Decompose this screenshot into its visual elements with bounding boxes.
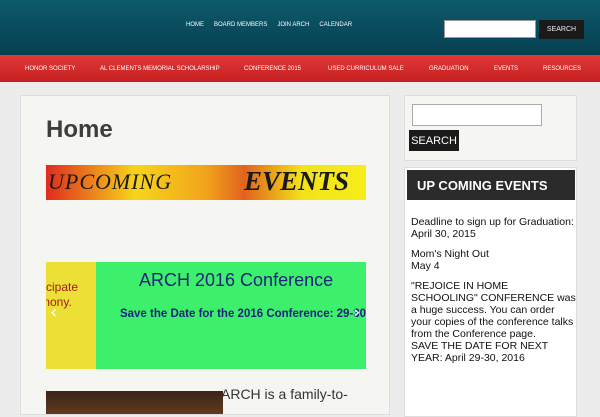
menu-conference-2015[interactable]: CONFERENCE 2015 — [244, 66, 301, 72]
nav-home[interactable]: HOME — [186, 22, 204, 28]
top-nav: HOME BOARD MEMBERS JOIN ARCH CALENDAR — [186, 22, 352, 28]
event-title: Mom's Night Out — [411, 248, 489, 260]
event-title: Deadline to sign up for Graduation: — [411, 216, 574, 228]
menu-events[interactable]: EVENTS — [494, 66, 518, 72]
menu-resources[interactable]: RESOURCES — [543, 66, 581, 72]
page-title: Home — [46, 116, 113, 143]
slider-prev-arrow-icon[interactable]: ‹ — [50, 302, 57, 323]
event-item: Deadline to sign up for Graduation: Apri… — [411, 216, 576, 240]
menu-honor-society[interactable]: HONOR SOCIETY — [25, 66, 75, 72]
event-date: SAVE THE DATE FOR NEXT YEAR: April 29-30… — [411, 340, 548, 364]
nav-board-members[interactable]: BOARD MEMBERS — [214, 22, 267, 28]
event-date: May 4 — [411, 260, 440, 272]
sidebar-search: SEARCH — [404, 95, 577, 161]
menu-scholarship[interactable]: AL CLEMENTS MEMORIAL SCHOLARSHIP — [100, 66, 220, 72]
banner-word-upcoming: UPCOMING — [48, 169, 173, 194]
conference-slider[interactable]: ticipate mony. ARCH 2016 Conference Save… — [46, 262, 366, 369]
main-menu: HONOR SOCIETY AL CLEMENTS MEMORIAL SCHOL… — [0, 55, 600, 82]
event-date: April 30, 2015 — [411, 228, 476, 240]
slide-subtitle: Save the Date for the 2016 Conference: 2… — [119, 308, 366, 320]
slide-title: ARCH 2016 Conference — [139, 270, 334, 290]
slider-next-arrow-icon[interactable]: › — [353, 302, 360, 323]
header: HOME BOARD MEMBERS JOIN ARCH CALENDAR SE… — [0, 0, 600, 55]
sidebar-search-input[interactable] — [412, 104, 542, 126]
sidebar-search-button[interactable]: SEARCH — [409, 130, 459, 151]
menu-graduation[interactable]: GRADUATION — [429, 66, 469, 72]
nav-calendar[interactable]: CALENDAR — [319, 22, 352, 28]
event-item: "REJOICE IN HOME SCHOOLING" CONFERENCE w… — [411, 280, 576, 364]
menu-curriculum-sale[interactable]: USED CURRICULUM SALE — [328, 66, 404, 72]
upcoming-events-banner: UPCOMING EVENTS — [46, 165, 366, 200]
event-title: "REJOICE IN HOME SCHOOLING" CONFERENCE w… — [411, 280, 576, 340]
main-content: Home UPCOMING EVENTS ticipate mony. ARCH… — [20, 95, 390, 415]
banner-word-events: EVENTS — [244, 166, 350, 196]
upcoming-events-widget: UP COMING EVENTS Deadline to sign up for… — [404, 167, 577, 417]
intro-photo — [46, 391, 223, 414]
nav-join-arch[interactable]: JOIN ARCH — [277, 22, 309, 28]
event-item: Mom's Night Out May 4 — [411, 248, 576, 272]
header-search-button[interactable]: SEARCH — [539, 20, 584, 39]
events-heading: UP COMING EVENTS — [407, 170, 575, 200]
events-list: Deadline to sign up for Graduation: Apri… — [411, 216, 576, 372]
header-search-input[interactable] — [444, 20, 536, 38]
